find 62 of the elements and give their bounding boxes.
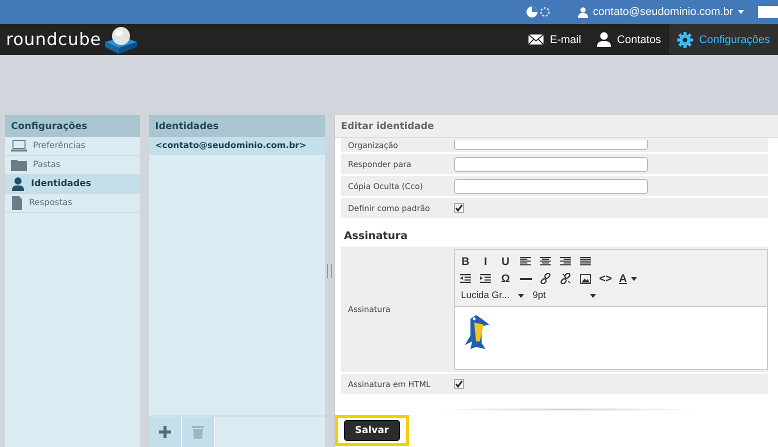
folder-icon — [11, 159, 27, 171]
rich-text-editor[interactable]: B I U Ω <> A Lucida Gr... 9pt — [454, 249, 768, 370]
field-label: Assinatura — [347, 305, 392, 314]
panel-header: Identidades — [149, 115, 326, 137]
panel-header: Editar identidade — [335, 115, 778, 138]
user-menu[interactable]: contato@seudominio.com.br — [578, 6, 744, 18]
toolbar-button[interactable] — [579, 257, 592, 266]
toolbar-button[interactable]: B — [459, 256, 472, 268]
gear-icon — [677, 32, 694, 48]
cube-logo-icon — [103, 24, 140, 54]
field-label: Responder para — [347, 160, 412, 168]
input-field[interactable] — [454, 140, 648, 150]
trash-icon — [192, 425, 204, 439]
field-label: Cópia Oculta (Cco) — [347, 182, 424, 190]
toolbar-button[interactable] — [459, 274, 472, 283]
toolbar-button[interactable] — [559, 273, 572, 284]
toolbar-button[interactable] — [559, 257, 572, 266]
section-title: Assinatura — [343, 229, 409, 244]
save-button[interactable]: Salvar — [344, 420, 400, 441]
envelope-icon — [528, 34, 544, 45]
settings-item[interactable]: Respostas — [5, 194, 140, 213]
toolbar-button[interactable] — [519, 257, 532, 266]
nav-tab[interactable]: E-mail — [520, 24, 590, 55]
nav-tab[interactable]: Configurações — [669, 24, 778, 55]
person-icon — [597, 32, 612, 47]
nav-tab[interactable]: Contatos — [589, 24, 670, 55]
user-icon — [578, 6, 588, 18]
settings-item[interactable]: Preferências — [5, 137, 140, 156]
document-icon — [11, 196, 23, 210]
pie-chart-icon[interactable] — [526, 6, 550, 18]
caret-icon — [590, 294, 596, 298]
caret-icon — [630, 276, 637, 280]
checkbox[interactable] — [454, 203, 464, 213]
toolbar-button[interactable]: <> — [599, 272, 612, 284]
field-label: Assinatura em HTML — [347, 380, 432, 388]
toolbar-button[interactable]: Ω — [499, 272, 512, 284]
size-select[interactable]: 9pt — [532, 290, 596, 301]
caret-icon — [518, 294, 524, 298]
person-icon — [11, 177, 25, 191]
splitter-handle[interactable] — [327, 264, 332, 278]
checkbox[interactable] — [454, 379, 464, 389]
logo-text: roundcube — [6, 30, 102, 50]
toolbar-button[interactable] — [479, 274, 492, 283]
font-select[interactable]: Lucida Gr... — [459, 290, 524, 301]
toolbar-button[interactable]: U — [499, 256, 512, 268]
field-label: Organização — [347, 140, 400, 150]
add-button[interactable] — [149, 417, 182, 447]
toolbar-button[interactable]: A — [619, 272, 637, 284]
search-field[interactable] — [758, 6, 778, 18]
identity-item[interactable]: <contato@seudominio.com.br> — [149, 137, 326, 155]
field-label: Definir como padrão — [347, 204, 431, 212]
settings-item[interactable]: Identidades — [5, 175, 140, 194]
input-field[interactable] — [454, 178, 648, 194]
caret-icon — [738, 10, 744, 14]
laptop-icon — [11, 140, 27, 152]
toolbar-button[interactable] — [539, 257, 552, 266]
toolbar-button[interactable] — [579, 274, 592, 284]
plus-icon — [159, 426, 172, 438]
toolbar-button[interactable] — [539, 273, 552, 284]
input-field[interactable] — [454, 156, 648, 172]
toolbar-button[interactable]: I — [479, 256, 492, 268]
panel-header: Configurações — [5, 115, 140, 137]
